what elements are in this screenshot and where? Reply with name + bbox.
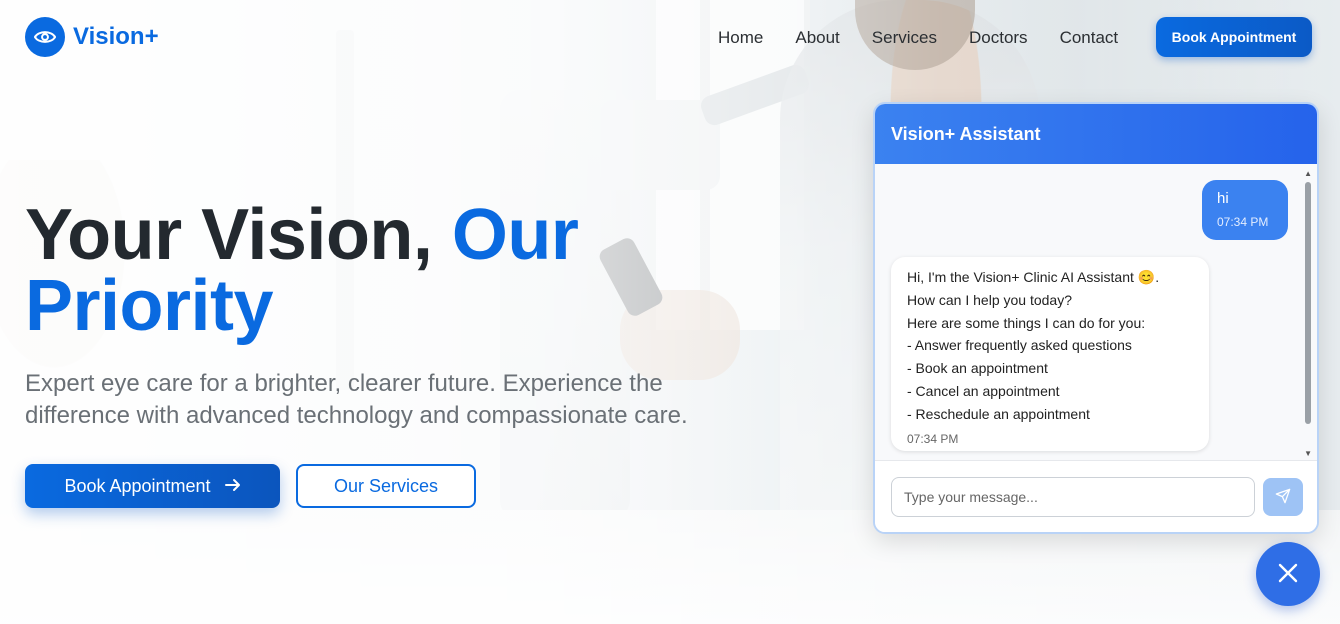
nav-about[interactable]: About bbox=[795, 28, 839, 48]
send-icon bbox=[1275, 488, 1291, 507]
send-button[interactable] bbox=[1263, 478, 1303, 516]
chat-close-button[interactable] bbox=[1256, 542, 1320, 606]
user-message-text: hi bbox=[1217, 190, 1229, 207]
scroll-up-arrow-icon[interactable]: ▲ bbox=[1304, 169, 1312, 178]
bot-message-line: Here are some things I can do for you: bbox=[907, 314, 1146, 331]
bot-message-time: 07:34 PM bbox=[907, 431, 959, 446]
close-icon bbox=[1277, 562, 1299, 587]
bot-message-line: How can I help you today? bbox=[907, 291, 1072, 308]
chat-header: Vision+ Assistant bbox=[875, 104, 1317, 164]
bot-message-line: - Reschedule an appointment bbox=[907, 405, 1090, 422]
nav-contact[interactable]: Contact bbox=[1060, 28, 1119, 48]
hero-title: Your Vision, Our Priority bbox=[25, 199, 745, 342]
chat-title: Vision+ Assistant bbox=[891, 123, 1041, 144]
chat-message-input[interactable] bbox=[891, 477, 1255, 517]
user-message: hi 07:34 PM bbox=[1202, 180, 1288, 240]
header-book-appointment-button[interactable]: Book Appointment bbox=[1156, 17, 1312, 57]
bot-message-line: Hi, I'm the Vision+ Clinic AI Assistant … bbox=[907, 269, 1160, 285]
chat-scrollbar[interactable] bbox=[1305, 182, 1311, 424]
nav-services[interactable]: Services bbox=[872, 28, 937, 48]
bot-message-line: - Answer frequently asked questions bbox=[907, 337, 1132, 354]
scroll-down-arrow-icon[interactable]: ▼ bbox=[1304, 449, 1312, 458]
hero-title-accent1: Our bbox=[451, 195, 579, 275]
chat-input-bar bbox=[875, 460, 1317, 532]
bot-message-line: - Book an appointment bbox=[907, 360, 1048, 377]
arrow-right-icon bbox=[224, 476, 241, 497]
site-header: Vision+ Home About Services Doctors Cont… bbox=[0, 0, 1340, 74]
hero-subtitle: Expert eye care for a brighter, clearer … bbox=[25, 370, 688, 429]
logo[interactable]: Vision+ bbox=[25, 17, 159, 57]
hero-title-part1: Your Vision, bbox=[25, 195, 433, 275]
user-message-time: 07:34 PM bbox=[1217, 215, 1269, 229]
chat-widget: Vision+ Assistant hi 07:34 PM Hi, I'm th… bbox=[873, 102, 1319, 534]
nav-home[interactable]: Home bbox=[718, 28, 763, 48]
eye-icon bbox=[25, 17, 65, 57]
hero-book-appointment-button[interactable]: Book Appointment bbox=[25, 464, 280, 508]
bot-message-line: - Cancel an appointment bbox=[907, 382, 1060, 399]
our-services-button[interactable]: Our Services bbox=[296, 464, 476, 508]
bot-message: Hi, I'm the Vision+ Clinic AI Assistant … bbox=[891, 257, 1209, 451]
main-nav: Home About Services Doctors Contact bbox=[718, 28, 1150, 48]
brand-name: Vision+ bbox=[73, 23, 159, 50]
hero-title-accent2: Priority bbox=[25, 266, 274, 346]
hero-book-appointment-label: Book Appointment bbox=[64, 475, 211, 496]
nav-doctors[interactable]: Doctors bbox=[969, 28, 1028, 48]
chat-messages[interactable]: hi 07:34 PM Hi, I'm the Vision+ Clinic A… bbox=[875, 164, 1317, 460]
